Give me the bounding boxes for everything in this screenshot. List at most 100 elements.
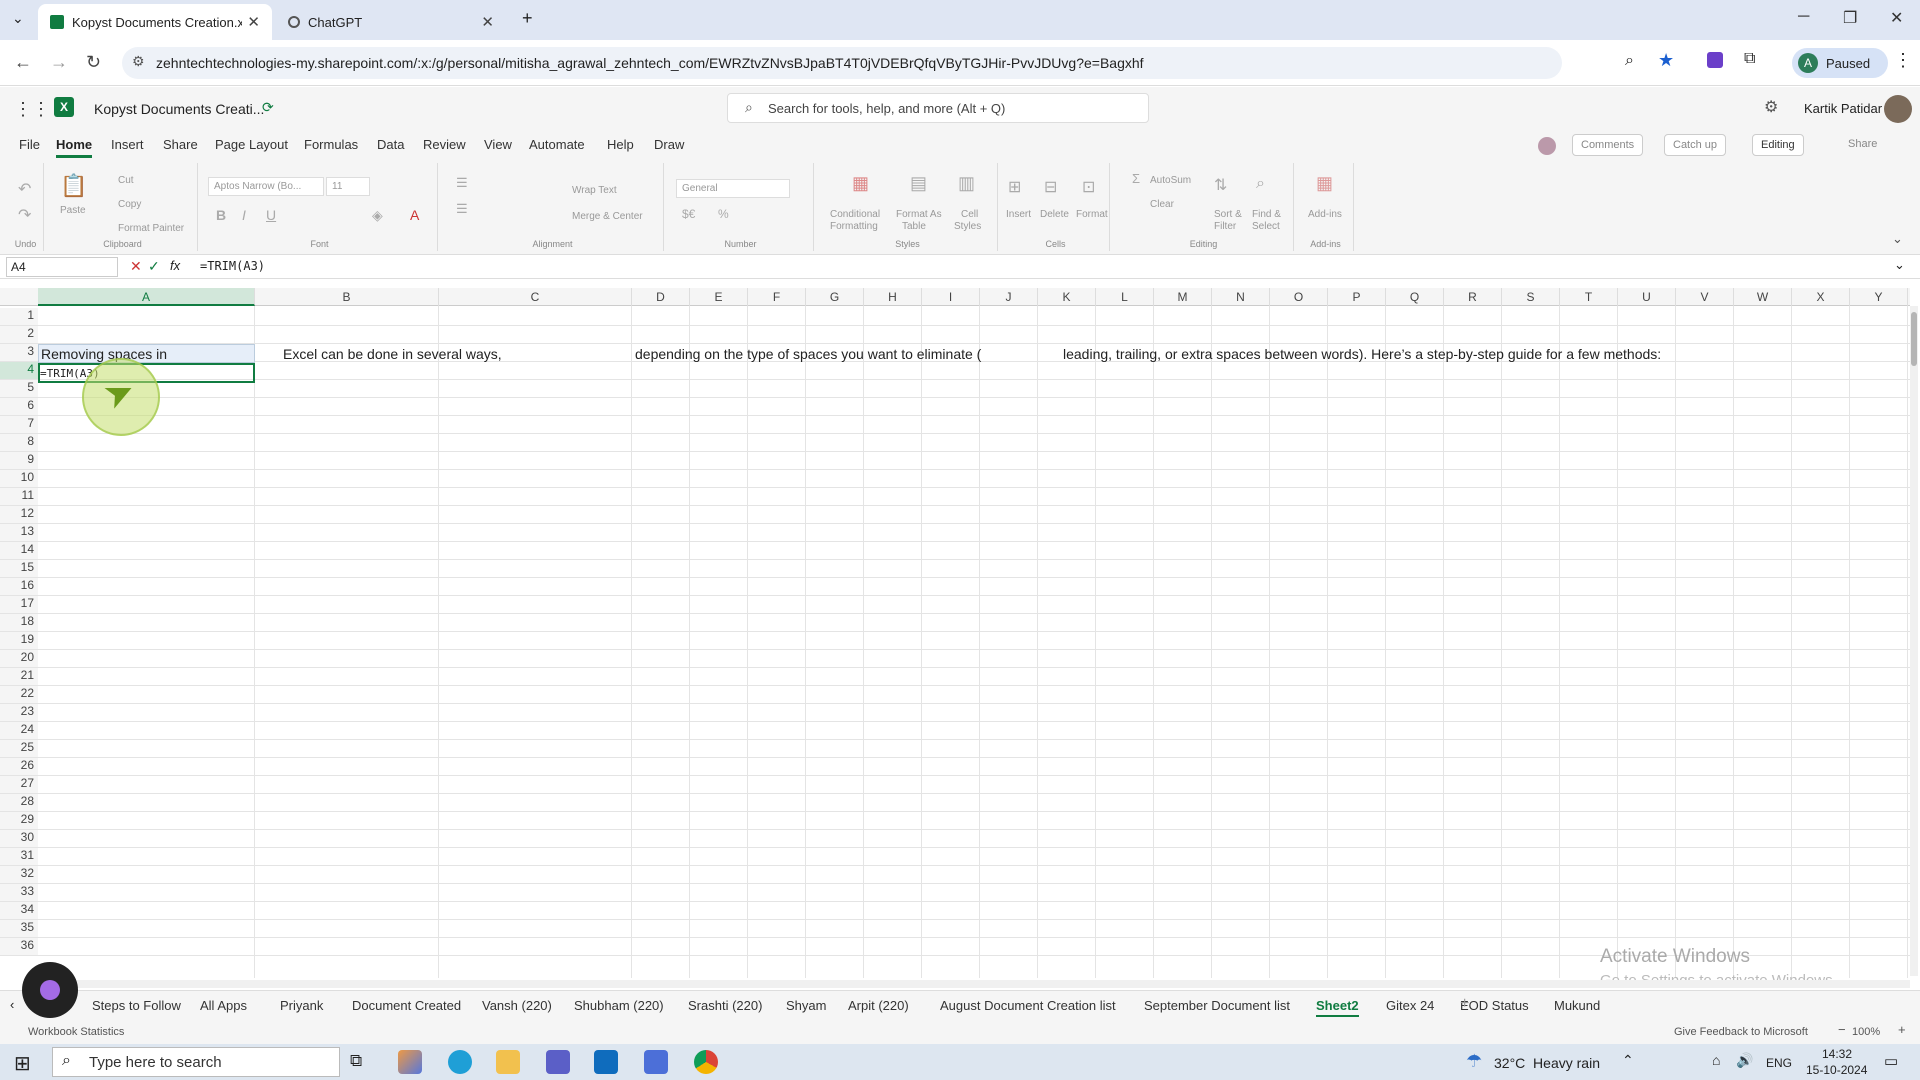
comments-button[interactable]: Comments bbox=[1572, 134, 1644, 156]
sheet-tab-eod-status[interactable]: EOD Status bbox=[1460, 998, 1529, 1013]
font-size-select[interactable]: 11 bbox=[326, 177, 370, 196]
taskbar-search-input[interactable]: Type here to search bbox=[52, 1047, 340, 1077]
user-name[interactable]: Kartik Patidar bbox=[1804, 101, 1882, 116]
sheet-tab-document-created[interactable]: Document Created bbox=[352, 998, 461, 1013]
row-header-26[interactable]: 26 bbox=[0, 758, 38, 776]
cut-button[interactable]: Cut bbox=[118, 175, 134, 186]
row-header-9[interactable]: 9 bbox=[0, 452, 38, 470]
find-select-icon[interactable]: ⌕ bbox=[1256, 175, 1265, 193]
conditional-formatting-icon[interactable]: ▦ bbox=[852, 173, 869, 194]
italic-icon[interactable]: I bbox=[242, 207, 246, 223]
copilot-app-icon[interactable] bbox=[398, 1050, 422, 1074]
row-header-33[interactable]: 33 bbox=[0, 884, 38, 902]
row-header-19[interactable]: 19 bbox=[0, 632, 38, 650]
zoom-in-icon[interactable]: + bbox=[1898, 1022, 1906, 1037]
weather-text[interactable]: 32°C Heavy rain bbox=[1494, 1055, 1600, 1071]
row-header-30[interactable]: 30 bbox=[0, 830, 38, 848]
column-header-u[interactable]: U bbox=[1618, 288, 1676, 306]
notifications-icon[interactable]: ▭ bbox=[1884, 1052, 1898, 1070]
search-input[interactable]: Search for tools, help, and more (Alt + … bbox=[727, 93, 1149, 123]
workbook-statistics[interactable]: Workbook Statistics bbox=[28, 1026, 124, 1038]
formula-expand-icon[interactable]: ⌄ bbox=[1894, 257, 1905, 273]
find-select-label-1[interactable]: Find & bbox=[1252, 209, 1281, 220]
row-header-32[interactable]: 32 bbox=[0, 866, 38, 884]
addins-button[interactable]: Add-ins bbox=[1308, 209, 1342, 220]
row-header-17[interactable]: 17 bbox=[0, 596, 38, 614]
format-cells-icon[interactable]: ⊡ bbox=[1082, 177, 1095, 197]
row-header-24[interactable]: 24 bbox=[0, 722, 38, 740]
editing-button[interactable]: Editing bbox=[1752, 134, 1804, 156]
font-name-select[interactable]: Aptos Narrow (Bo... bbox=[208, 177, 324, 196]
column-header-p[interactable]: P bbox=[1328, 288, 1386, 306]
insert-cells-icon[interactable]: ⊞ bbox=[1008, 177, 1021, 197]
sort-filter-icon[interactable]: ⇅ bbox=[1214, 175, 1227, 195]
column-header-j[interactable]: J bbox=[980, 288, 1038, 306]
zoom-level[interactable]: 100% bbox=[1852, 1026, 1880, 1038]
user-avatar[interactable] bbox=[1884, 95, 1912, 123]
row-header-23[interactable]: 23 bbox=[0, 704, 38, 722]
minimize-icon[interactable]: ─ bbox=[1798, 8, 1809, 26]
ribbon-collapse-icon[interactable]: ⌄ bbox=[1892, 231, 1903, 247]
undo-icon[interactable]: ↶ bbox=[18, 179, 31, 199]
function-fx-icon[interactable]: fx bbox=[170, 258, 180, 273]
row-header-16[interactable]: 16 bbox=[0, 578, 38, 596]
column-header-x[interactable]: X bbox=[1792, 288, 1850, 306]
autosum-button[interactable]: AutoSum bbox=[1150, 175, 1191, 186]
sheet-tab-shubham-220[interactable]: Shubham (220) bbox=[574, 998, 664, 1013]
redo-icon[interactable]: ↷ bbox=[18, 205, 31, 225]
column-header-e[interactable]: E bbox=[690, 288, 748, 306]
menu-formulas[interactable]: Formulas bbox=[304, 137, 358, 152]
column-header-w[interactable]: W bbox=[1734, 288, 1792, 306]
percent-icon[interactable]: % bbox=[718, 207, 729, 221]
bookmark-star-icon[interactable]: ★ bbox=[1658, 50, 1674, 71]
fill-color-icon[interactable]: ◈ bbox=[372, 207, 383, 224]
delete-cells-icon[interactable]: ⊟ bbox=[1044, 177, 1057, 197]
menu-view[interactable]: View bbox=[484, 137, 512, 152]
bold-icon[interactable]: B bbox=[216, 207, 226, 223]
column-header-q[interactable]: Q bbox=[1386, 288, 1444, 306]
zoom-icon[interactable]: ⌕ bbox=[1625, 52, 1634, 70]
column-header-i[interactable]: I bbox=[922, 288, 980, 306]
number-format-select[interactable]: General bbox=[676, 179, 790, 198]
menu-share[interactable]: Share bbox=[163, 137, 198, 152]
zoom-out-icon[interactable]: − bbox=[1838, 1022, 1846, 1037]
new-tab-icon[interactable]: + bbox=[522, 8, 533, 29]
format-as-table-label-2[interactable]: Table bbox=[902, 221, 926, 232]
menu-insert[interactable]: Insert bbox=[111, 137, 144, 152]
wrap-text-button[interactable]: Wrap Text bbox=[572, 185, 662, 196]
autosave-icon[interactable]: ⟳ bbox=[262, 99, 274, 116]
network-icon[interactable]: ⌂ bbox=[1712, 1052, 1720, 1068]
row-header-8[interactable]: 8 bbox=[0, 434, 38, 452]
clock-time[interactable]: 14:32 bbox=[1822, 1047, 1852, 1061]
column-header-l[interactable]: L bbox=[1096, 288, 1154, 306]
row-header-14[interactable]: 14 bbox=[0, 542, 38, 560]
edge-browser-icon[interactable] bbox=[448, 1050, 472, 1074]
sort-filter-label-2[interactable]: Filter bbox=[1214, 221, 1236, 232]
sheet-tab-vansh-220[interactable]: Vansh (220) bbox=[482, 998, 552, 1013]
column-header-m[interactable]: M bbox=[1154, 288, 1212, 306]
column-header-g[interactable]: G bbox=[806, 288, 864, 306]
cell-styles-label-1[interactable]: Cell bbox=[961, 209, 978, 220]
cell-k3[interactable]: leading, trailing, or extra spaces betwe… bbox=[1063, 346, 1661, 362]
language-indicator[interactable]: ENG bbox=[1766, 1056, 1792, 1070]
menu-file[interactable]: File bbox=[19, 137, 40, 152]
file-explorer-icon[interactable] bbox=[496, 1050, 520, 1074]
sheet-tab-srashti-220[interactable]: Srashti (220) bbox=[688, 998, 762, 1013]
puzzle-icon[interactable]: ⧉ bbox=[1744, 50, 1755, 68]
close-icon[interactable]: ✕ bbox=[247, 13, 260, 31]
row-header-10[interactable]: 10 bbox=[0, 470, 38, 488]
row-header-15[interactable]: 15 bbox=[0, 560, 38, 578]
row-header-29[interactable]: 29 bbox=[0, 812, 38, 830]
column-header-f[interactable]: F bbox=[748, 288, 806, 306]
row-header-27[interactable]: 27 bbox=[0, 776, 38, 794]
currency-icon[interactable]: $€ bbox=[682, 207, 695, 221]
column-header-h[interactable]: H bbox=[864, 288, 922, 306]
sheet-tab-sheet2[interactable]: Sheet2 bbox=[1316, 998, 1359, 1017]
restore-icon[interactable]: ❐ bbox=[1843, 8, 1857, 28]
cell-d3[interactable]: depending on the type of spaces you want… bbox=[635, 346, 981, 362]
row-header-34[interactable]: 34 bbox=[0, 902, 38, 920]
row-header-22[interactable]: 22 bbox=[0, 686, 38, 704]
copy-button[interactable]: Copy bbox=[118, 199, 141, 210]
column-header-a[interactable]: A bbox=[38, 288, 255, 306]
tab-chatgpt[interactable]: ChatGPT ✕ bbox=[276, 4, 506, 40]
